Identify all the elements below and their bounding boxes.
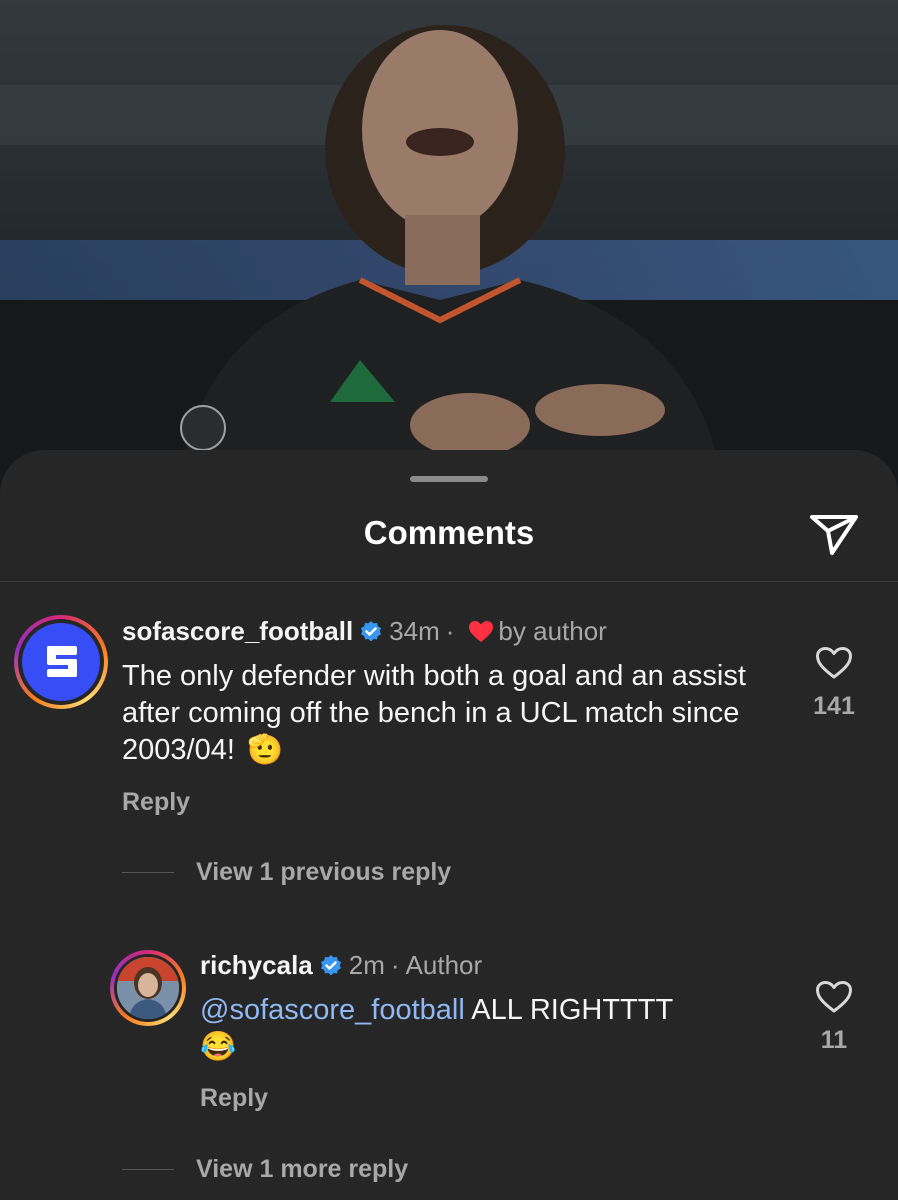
comments-sheet: Comments sofascore_football 34m · by aut… xyxy=(0,450,898,1200)
laughing-emoji: 😂 xyxy=(200,1031,237,1063)
post-photo-background xyxy=(0,0,898,500)
like-control: 11 xyxy=(804,980,864,1055)
meta-separator: · xyxy=(390,950,400,980)
footballer-photo-illustration xyxy=(0,0,898,500)
instagram-comments-screen: Comments sofascore_football 34m · by aut… xyxy=(0,0,898,1200)
heart-outline-icon[interactable] xyxy=(815,980,853,1014)
author-tag: Author xyxy=(405,950,483,980)
reply-body: ALL RIGHTTTT xyxy=(464,994,674,1026)
profile-photo-icon xyxy=(117,957,179,1019)
username[interactable]: richycala xyxy=(200,950,313,981)
avatar[interactable] xyxy=(110,950,186,1026)
reply-item: richycala 2m · Author @sofascore_footbal… xyxy=(0,450,898,1200)
replies-divider-line xyxy=(122,1169,174,1170)
mention-link[interactable]: @sofascore_football xyxy=(200,994,465,1026)
reply-time: 2m xyxy=(348,950,385,980)
reply-text: @sofascore_football ALL RIGHTTTT 😂 xyxy=(200,992,760,1066)
view-more-replies-button[interactable]: View 1 more reply xyxy=(122,1155,408,1184)
like-count: 11 xyxy=(820,1026,848,1054)
reply-meta: richycala 2m · Author xyxy=(200,950,482,981)
reply-button[interactable]: Reply xyxy=(200,1084,268,1113)
verified-badge-icon xyxy=(319,954,343,978)
view-replies-label: View 1 more reply xyxy=(196,1155,409,1183)
